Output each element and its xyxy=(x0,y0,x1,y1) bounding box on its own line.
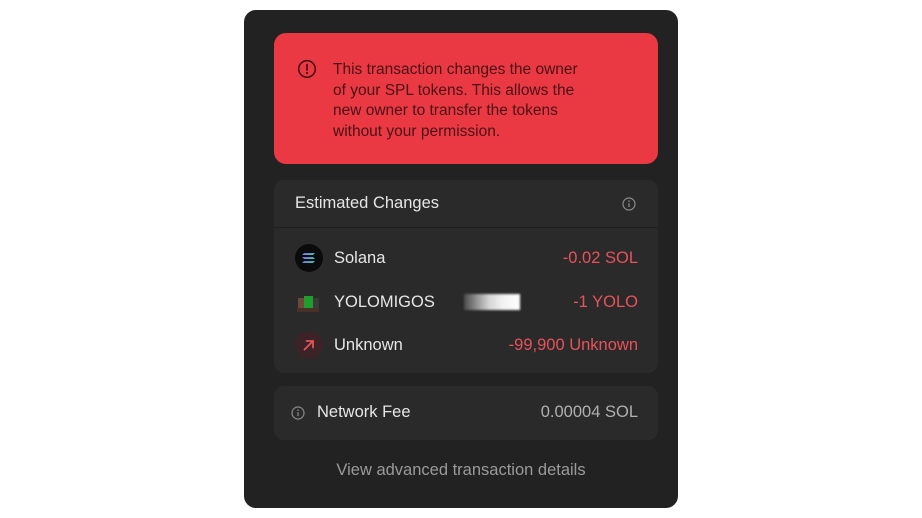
warning-line: This transaction changes the owner xyxy=(333,61,578,78)
transaction-panel: This transaction changes the owner of yo… xyxy=(244,10,678,508)
estimated-changes-card: Estimated Changes Solana -0.02 SOL YOLOM… xyxy=(274,180,658,373)
estimated-changes-title: Estimated Changes xyxy=(295,194,439,212)
warning-banner: This transaction changes the owner of yo… xyxy=(274,33,658,164)
solana-icon xyxy=(295,244,323,272)
arrow-up-right-icon xyxy=(295,331,323,359)
info-icon[interactable] xyxy=(291,406,305,420)
network-fee-label: Network Fee xyxy=(317,403,411,421)
warning-line: without your permission. xyxy=(333,122,501,140)
token-name: YOLOMIGOS xyxy=(334,293,435,311)
yolo-nft-icon xyxy=(295,288,323,316)
token-name: Solana xyxy=(334,249,386,267)
token-name: Unknown xyxy=(334,336,403,354)
network-fee-card: Network Fee 0.00004 SOL xyxy=(274,386,658,440)
warning-line: new owner to transfer the tokens xyxy=(333,102,558,119)
token-amount: -1 YOLO xyxy=(573,293,638,311)
token-amount: -0.02 SOL xyxy=(562,249,638,267)
estimated-changes-header: Estimated Changes xyxy=(274,180,658,228)
redacted-blur xyxy=(464,294,520,310)
change-row-unknown[interactable]: Unknown -99,900 Unknown xyxy=(274,329,658,361)
network-fee-value: 0.00004 SOL xyxy=(540,403,638,421)
alert-circle-icon xyxy=(297,59,317,79)
change-row-yolomigos[interactable]: YOLOMIGOS -1 YOLO xyxy=(274,286,658,318)
view-advanced-details-link[interactable]: View advanced transaction details xyxy=(244,461,678,480)
warning-line: of your SPL tokens. This allows the xyxy=(333,81,575,99)
warning-text: This transaction changes the owner of yo… xyxy=(333,60,633,142)
change-row-solana[interactable]: Solana -0.02 SOL xyxy=(274,242,658,274)
info-icon[interactable] xyxy=(622,197,636,211)
token-amount: -99,900 Unknown xyxy=(508,336,638,354)
